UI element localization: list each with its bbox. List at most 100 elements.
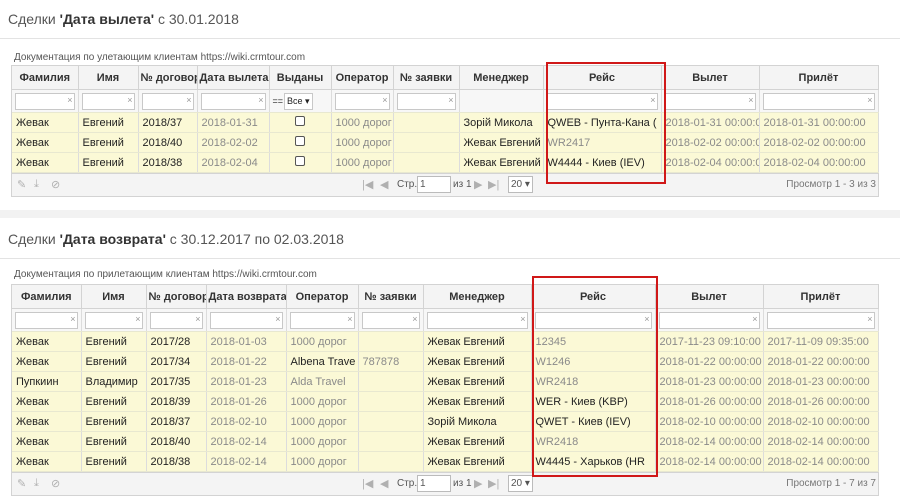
col-header-contract[interactable]: № договор [146,285,207,309]
cell-operator: 1000 дорог [331,132,394,153]
col-header-contract[interactable]: № договор [138,66,198,90]
filter-input-departure[interactable]: × [664,92,756,110]
cell-contract: 2018/39 [146,391,207,412]
filter-input-manager[interactable]: × [426,311,528,329]
clear-filter-icon[interactable]: × [127,95,132,105]
clear-filter-icon[interactable]: × [135,314,140,324]
prev-page-icon[interactable]: ◀ [380,178,388,191]
last-page-icon[interactable]: ▶| [488,178,499,191]
filter-input-surname[interactable]: × [15,92,75,110]
clear-filter-icon[interactable]: × [412,314,417,324]
page-input[interactable]: 1 [417,176,451,193]
col-header-surname[interactable]: Фамилия [12,66,79,90]
cell-request [358,371,424,392]
table-row[interactable]: Жевак Евгений 2018/40 2018-02-14 1000 до… [12,431,879,452]
table-row[interactable]: Жевак Евгений 2018/37 2018-02-10 1000 до… [12,411,879,432]
clear-filter-icon[interactable]: × [867,314,872,324]
col-header-surname[interactable]: Фамилия [12,285,82,309]
table-row[interactable]: Жевак Евгений 2018/37 2018-01-31 1000 до… [12,112,879,133]
col-header-return-date[interactable]: Дата возврата [206,285,287,309]
filter-input-arrival[interactable]: × [762,92,875,110]
clear-filter-icon[interactable]: × [70,314,75,324]
cell-operator: 1000 дорог [286,331,359,352]
clear-filter-icon[interactable]: × [67,95,72,105]
per-page-select[interactable]: 20 ▾ [508,176,533,193]
clear-filter-icon[interactable]: × [195,314,200,324]
cell-surname: Жевак [12,451,82,472]
filter-input-request[interactable]: × [361,311,420,329]
issued-filter-select[interactable]: Все ▾ [284,92,313,110]
col-header-arrival[interactable]: Прилёт [763,285,879,309]
edit-icon[interactable]: ✎ [17,477,26,490]
clear-filter-icon[interactable]: × [748,95,753,105]
issued-checkbox[interactable] [295,156,305,166]
chevron-down-icon: ▾ [524,478,530,489]
clear-filter-icon[interactable]: × [448,95,453,105]
table-row[interactable]: Жевак Евгений 2017/28 2018-01-03 1000 до… [12,331,879,352]
col-header-operator[interactable]: Оператор [331,66,394,90]
cell-surname: Жевак [12,411,82,432]
table-row[interactable]: Жевак Евгений 2018/38 2018-02-04 1000 до… [12,152,879,173]
last-page-icon[interactable]: ▶| [488,477,499,490]
filter-input-name[interactable]: × [81,92,135,110]
col-header-arrival[interactable]: Прилёт [759,66,879,90]
col-header-issued[interactable]: Выданы [269,66,332,90]
table-row[interactable]: Жевак Евгений 2018/38 2018-02-14 1000 до… [12,451,879,472]
filter-input-contract[interactable]: × [141,92,194,110]
col-header-request[interactable]: № заявки [358,285,424,309]
clear-filter-icon[interactable]: × [258,95,263,105]
clear-filter-icon[interactable]: × [520,314,525,324]
clear-filter-icon[interactable]: × [186,95,191,105]
prev-page-icon[interactable]: ◀ [380,477,388,490]
block-icon[interactable]: ⊘ [51,477,60,490]
table-row[interactable]: Жевак Евгений 2017/34 2018-01-22 Albena … [12,351,879,372]
col-header-name[interactable]: Имя [81,285,147,309]
next-page-icon[interactable]: ▶ [474,178,482,191]
section1-caption: Документация по улетающим клиентам https… [14,52,306,63]
download-icon[interactable]: ⤓ [34,477,39,490]
block-icon[interactable]: ⊘ [51,178,60,191]
clear-filter-icon[interactable]: × [752,314,757,324]
filter-input-operator[interactable]: × [334,92,390,110]
clear-filter-icon[interactable]: × [275,314,280,324]
col-header-manager[interactable]: Менеджер [423,285,532,309]
filter-input-departure[interactable]: × [658,311,760,329]
cell-operator: 1000 дорог [286,391,359,412]
issued-checkbox[interactable] [295,136,305,146]
cell-return-date: 2018-01-03 [206,331,287,352]
filter-input-arrival[interactable]: × [766,311,875,329]
filter-input-surname[interactable]: × [15,311,78,329]
clear-filter-icon[interactable]: × [382,95,387,105]
col-header-departure-date[interactable]: Дата вылета [197,66,270,90]
filter-input-departure-date[interactable]: × [200,92,266,110]
filter-input-contract[interactable]: × [149,311,203,329]
download-icon[interactable]: ⤓ [34,178,39,191]
page-input[interactable]: 1 [417,475,451,492]
table-row[interactable]: Пупкиин Владимир 2017/35 2018-01-23 Alda… [12,371,879,392]
table-row[interactable]: Жевак Евгений 2018/40 2018-02-02 1000 до… [12,132,879,153]
first-page-icon[interactable]: |◀ [362,477,373,490]
filter-input-operator[interactable]: × [289,311,355,329]
next-page-icon[interactable]: ▶ [474,477,482,490]
filter-input-return-date[interactable]: × [209,311,283,329]
cell-operator: Alda Travel [286,371,359,392]
cell-name: Евгений [81,431,147,452]
clear-filter-icon[interactable]: × [867,95,872,105]
clear-filter-icon[interactable]: × [347,314,352,324]
filter-input-request[interactable]: × [396,92,456,110]
filter-input-name[interactable]: × [84,311,143,329]
edit-icon[interactable]: ✎ [17,178,26,191]
col-header-name[interactable]: Имя [78,66,139,90]
col-header-operator[interactable]: Оператор [286,285,359,309]
col-header-departure[interactable]: Вылет [661,66,760,90]
col-header-request[interactable]: № заявки [393,66,460,90]
table-row[interactable]: Жевак Евгений 2018/39 2018-01-26 1000 до… [12,391,879,412]
filter-cell: × [331,89,394,113]
cell-request [393,112,460,133]
cell-departure: 2018-02-02 00:00:00 [661,132,760,153]
per-page-select[interactable]: 20 ▾ [508,475,533,492]
issued-checkbox[interactable] [295,116,305,126]
first-page-icon[interactable]: |◀ [362,178,373,191]
col-header-departure[interactable]: Вылет [655,285,764,309]
col-header-manager[interactable]: Менеджер [459,66,544,90]
